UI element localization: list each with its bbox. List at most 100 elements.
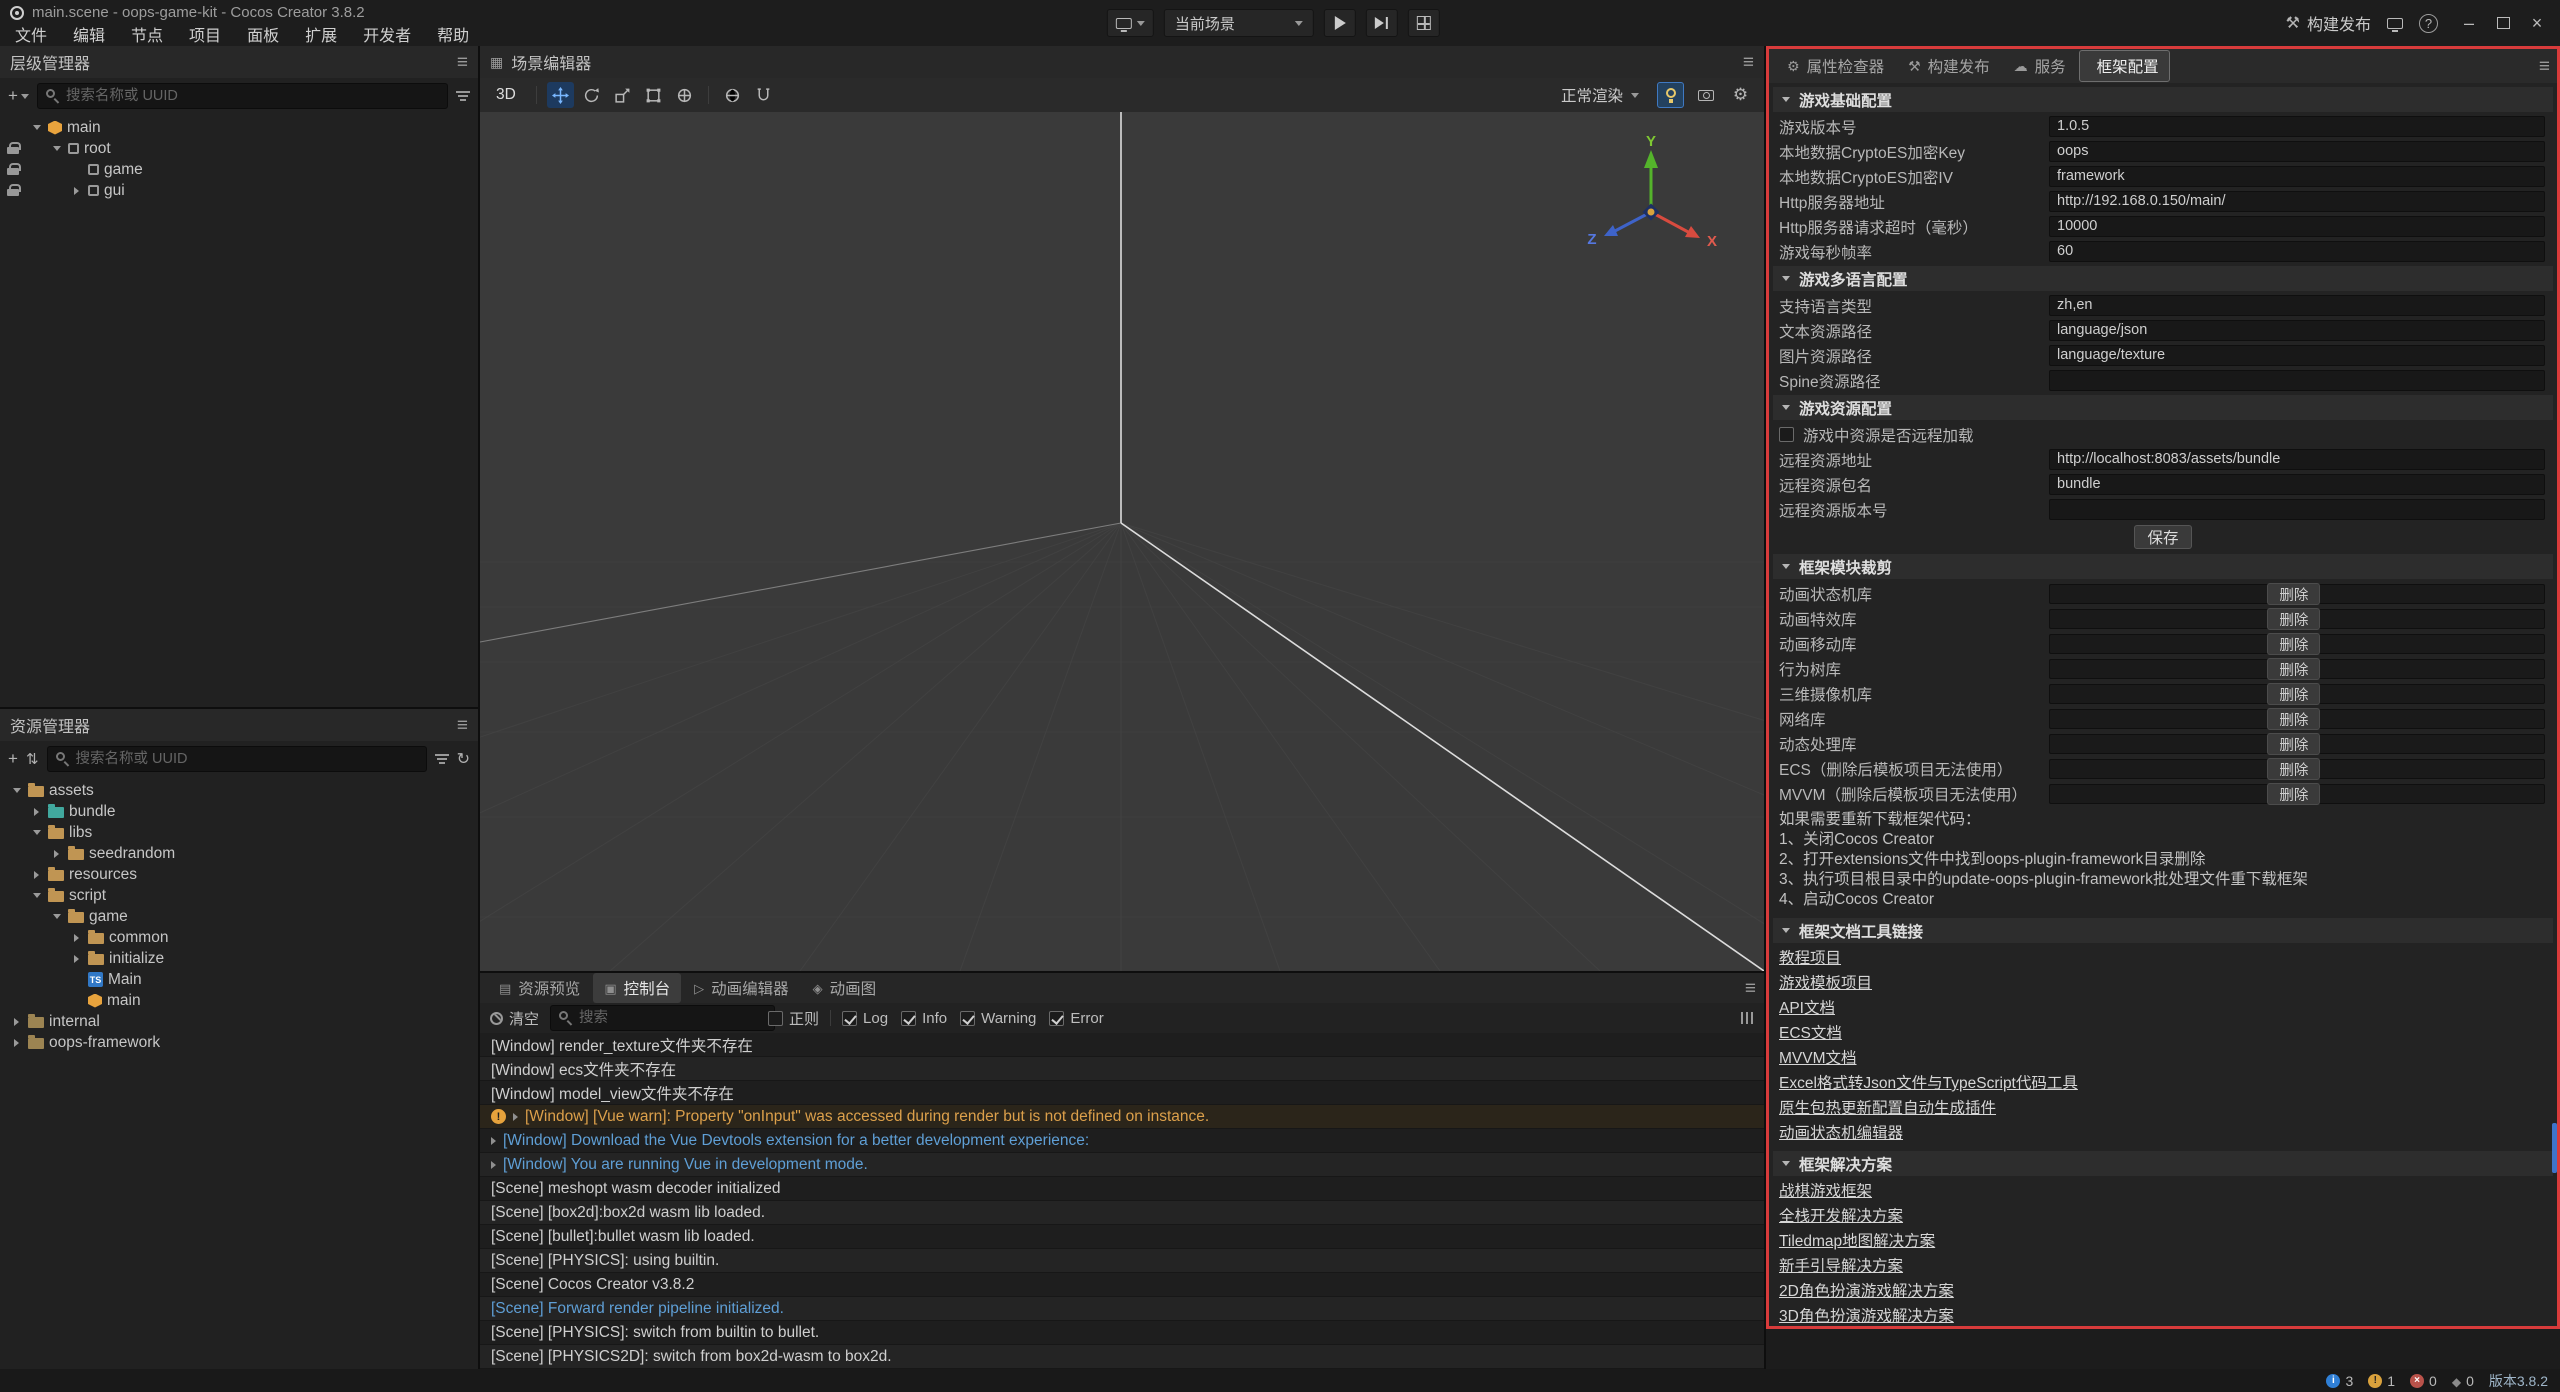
field-input[interactable]: http://192.168.0.150/main/: [2049, 191, 2545, 212]
hierarchy-node[interactable]: game: [0, 159, 478, 180]
inspector-tab[interactable]: 属性检查器: [1776, 50, 1895, 82]
doc-link[interactable]: MVVM文档: [1779, 1046, 1857, 1071]
delete-button[interactable]: 删除: [2267, 733, 2320, 755]
console-menu-icon[interactable]: ≡: [1745, 979, 1756, 998]
expand-arrow-icon[interactable]: [70, 994, 83, 1007]
create-node-button[interactable]: +: [8, 86, 29, 106]
expand-arrow-icon[interactable]: [30, 868, 43, 881]
expand-arrow-icon[interactable]: [70, 184, 83, 197]
asset-item[interactable]: initialize: [0, 948, 478, 969]
inspector-tab[interactable]: 服务: [2003, 50, 2077, 82]
expand-chevron-icon[interactable]: [491, 1161, 496, 1169]
field-input[interactable]: [2049, 370, 2545, 391]
log-entry[interactable]: [Scene] [PHYSICS]: using builtin.: [480, 1249, 1764, 1273]
log-filter[interactable]: Info: [901, 1010, 947, 1027]
scene-settings-button[interactable]: [1727, 82, 1754, 108]
asset-item[interactable]: libs: [0, 822, 478, 843]
delete-button[interactable]: 删除: [2267, 608, 2320, 630]
move-tool-button[interactable]: [547, 82, 574, 108]
solution-link[interactable]: 3D角色扮演游戏解决方案: [1779, 1304, 1954, 1326]
console-settings-icon[interactable]: [1740, 1012, 1754, 1024]
build-publish-button[interactable]: 构建发布: [2286, 11, 2371, 35]
section-module-trim[interactable]: 框架模块裁剪: [1773, 554, 2553, 579]
field-input[interactable]: http://localhost:8083/assets/bundle: [2049, 449, 2545, 470]
asset-item[interactable]: resources: [0, 864, 478, 885]
log-entry[interactable]: [Window] [Vue warn]: Property "onInput" …: [480, 1105, 1764, 1129]
expand-arrow-icon[interactable]: [70, 973, 83, 986]
menu-item[interactable]: 文件: [2, 22, 60, 46]
expand-arrow-icon[interactable]: [50, 910, 63, 923]
expand-arrow-icon[interactable]: [50, 142, 63, 155]
play-button[interactable]: [1324, 9, 1356, 37]
orientation-gizmo[interactable]: Y X Z: [1576, 134, 1726, 274]
log-entry[interactable]: [Scene] [bullet]:bullet wasm lib loaded.: [480, 1225, 1764, 1249]
log-entry[interactable]: [Scene] Forward render pipeline initiali…: [480, 1297, 1764, 1321]
device-select[interactable]: [1107, 9, 1154, 37]
refresh-icon[interactable]: [457, 749, 470, 769]
render-mode-select[interactable]: 正常渲染: [1551, 84, 1649, 106]
field-input[interactable]: bundle: [2049, 474, 2545, 495]
field-input[interactable]: 10000: [2049, 216, 2545, 237]
filter-icon[interactable]: [456, 90, 470, 102]
log-entry[interactable]: [Window] Download the Vue Devtools exten…: [480, 1129, 1764, 1153]
expand-arrow-icon[interactable]: [30, 121, 43, 134]
hierarchy-menu-icon[interactable]: ≡: [457, 53, 468, 72]
log-entry[interactable]: [Window] You are running Vue in developm…: [480, 1153, 1764, 1177]
console-tab[interactable]: 动画编辑器: [683, 973, 800, 1003]
console-tab[interactable]: 控制台: [593, 973, 681, 1003]
solution-link[interactable]: 2D角色扮演游戏解决方案: [1779, 1279, 1954, 1304]
info-count[interactable]: 3: [2326, 1373, 2353, 1389]
log-entry[interactable]: [Scene] Cocos Creator v3.8.2: [480, 1273, 1764, 1297]
expand-arrow-icon[interactable]: [50, 847, 63, 860]
field-input[interactable]: framework: [2049, 166, 2545, 187]
section-doc-links[interactable]: 框架文档工具链接: [1773, 918, 2553, 943]
log-filter[interactable]: Error: [1049, 1010, 1103, 1027]
console-search-input[interactable]: [550, 1005, 775, 1031]
asset-item[interactable]: oops-framework: [0, 1032, 478, 1053]
asset-item[interactable]: game: [0, 906, 478, 927]
scene-select[interactable]: 当前场景: [1164, 9, 1314, 37]
field-input[interactable]: zh,en: [2049, 295, 2545, 316]
maximize-button[interactable]: [2488, 8, 2518, 38]
expand-arrow-icon[interactable]: [70, 163, 83, 176]
console-tab[interactable]: 动画图: [802, 973, 888, 1003]
solution-link[interactable]: 战棋游戏框架: [1779, 1179, 1872, 1204]
scene-menu-icon[interactable]: ≡: [1743, 53, 1754, 72]
delete-button[interactable]: 删除: [2267, 658, 2320, 680]
log-entry[interactable]: [Window] model_view文件夹不存在: [480, 1081, 1764, 1105]
menu-item[interactable]: 节点: [118, 22, 176, 46]
menu-item[interactable]: 面板: [234, 22, 292, 46]
doc-link[interactable]: API文档: [1779, 996, 1835, 1021]
clear-console-button[interactable]: 清空: [490, 1008, 539, 1029]
filter-checkbox[interactable]: [960, 1011, 975, 1026]
field-input[interactable]: 1.0.5: [2049, 116, 2545, 137]
delete-button[interactable]: 删除: [2267, 708, 2320, 730]
preview-device-icon[interactable]: [2387, 18, 2403, 29]
save-button[interactable]: 保存: [2134, 525, 2192, 549]
field-input[interactable]: [2049, 499, 2545, 520]
filter-checkbox[interactable]: [901, 1011, 916, 1026]
console-tab[interactable]: 资源预览: [488, 973, 591, 1003]
log-filter[interactable]: Warning: [960, 1010, 1036, 1027]
log-entry[interactable]: [Scene] [PHYSICS]: switch from builtin t…: [480, 1321, 1764, 1345]
hierarchy-node[interactable]: root: [0, 138, 478, 159]
snap-toggle-button[interactable]: [750, 82, 777, 108]
asset-item[interactable]: script: [0, 885, 478, 906]
asset-item[interactable]: Main: [0, 969, 478, 990]
inspector-tab[interactable]: 构建发布: [1897, 50, 2001, 82]
error-count[interactable]: 0: [2410, 1373, 2437, 1389]
hierarchy-node[interactable]: gui: [0, 180, 478, 201]
field-input[interactable]: language/texture: [2049, 345, 2545, 366]
doc-link[interactable]: 动画状态机编辑器: [1779, 1121, 1903, 1146]
expand-arrow-icon[interactable]: [10, 1015, 23, 1028]
menu-item[interactable]: 项目: [176, 22, 234, 46]
regex-toggle[interactable]: 正则: [768, 1008, 819, 1029]
expand-arrow-icon[interactable]: [30, 889, 43, 902]
help-icon[interactable]: ?: [2419, 14, 2438, 33]
delete-button[interactable]: 删除: [2267, 633, 2320, 655]
log-entry[interactable]: [Window] render_texture文件夹不存在: [480, 1033, 1764, 1057]
warning-count[interactable]: 1: [2368, 1373, 2395, 1389]
package-count[interactable]: 0: [2452, 1373, 2474, 1389]
section-resource-config[interactable]: 游戏资源配置: [1773, 395, 2553, 420]
hierarchy-search-input[interactable]: [37, 83, 448, 109]
